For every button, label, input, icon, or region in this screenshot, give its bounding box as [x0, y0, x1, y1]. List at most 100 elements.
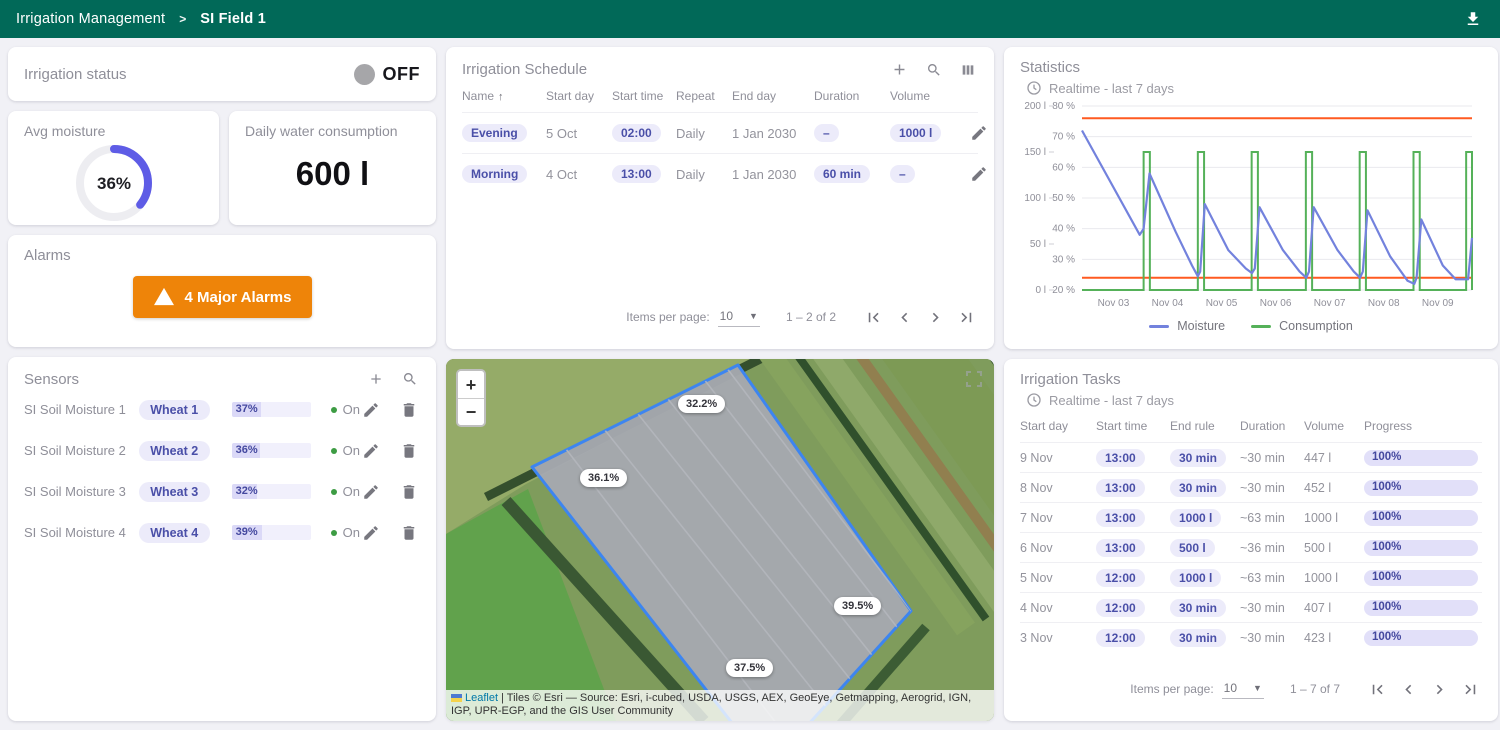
schedule-start-time-chip: 13:00 — [612, 165, 661, 183]
columns-toggle-button[interactable] — [958, 60, 978, 80]
svg-text:0 l: 0 l — [1035, 285, 1046, 296]
task-duration: ~63 min — [1240, 511, 1304, 525]
schedule-end-day: 1 Jan 2030 — [732, 167, 814, 182]
task-duration: ~30 min — [1240, 631, 1304, 645]
schedule-col-end-day[interactable]: End day — [732, 89, 814, 103]
irrigation-tasks-card: Irrigation Tasks Realtime - last 7 days … — [1004, 359, 1498, 721]
next-page-button[interactable] — [924, 306, 947, 329]
field-map[interactable]: + − 32.2%36.1%39.5%37.5% Leaflet | Tiles… — [446, 359, 994, 721]
clock-icon — [1026, 80, 1042, 96]
task-start-day: 9 Nov — [1020, 451, 1096, 465]
task-volume: 1000 l — [1304, 571, 1364, 585]
task-end-rule-chip: 500 l — [1170, 539, 1215, 557]
breadcrumb-current: SI Field 1 — [200, 11, 266, 27]
tasks-col-start-day[interactable]: Start day — [1020, 419, 1096, 433]
sensor-crop-chip: Wheat 3 — [139, 482, 210, 502]
moisture-label-pill: 39.5% — [834, 597, 881, 615]
add-sensor-button[interactable] — [366, 369, 386, 389]
search-schedule-button[interactable] — [924, 60, 944, 80]
last-page-icon — [1461, 680, 1480, 699]
tasks-pagination: Items per page: 10 ▼ 1 – 7 of 7 — [1020, 669, 1482, 709]
prev-page-button[interactable] — [1397, 678, 1420, 701]
irrigation-schedule-card: Irrigation Schedule Name↑ Start day Sta — [446, 47, 994, 349]
major-alarms-button-label: 4 Major Alarms — [185, 289, 292, 306]
svg-text:200 l: 200 l — [1024, 101, 1046, 112]
schedule-col-volume[interactable]: Volume — [890, 89, 968, 103]
chevron-left-icon — [1399, 680, 1418, 699]
tasks-col-start-time[interactable]: Start time — [1096, 419, 1170, 433]
sensor-name: SI Soil Moisture 3 — [24, 484, 139, 499]
pencil-icon — [362, 401, 380, 419]
schedule-col-start-time[interactable]: Start time — [612, 89, 676, 103]
trash-icon — [400, 483, 418, 501]
edit-button[interactable] — [360, 481, 382, 503]
first-page-button[interactable] — [862, 306, 885, 329]
edit-button[interactable] — [968, 163, 990, 185]
schedule-duration-chip: 60 min — [814, 165, 870, 183]
delete-button[interactable] — [398, 522, 420, 544]
sensor-moisture-value: 37% — [236, 403, 258, 415]
items-per-page-select[interactable]: 10 ▼ — [718, 308, 760, 327]
sensor-row: SI Soil Moisture 4Wheat 439%On — [24, 512, 420, 553]
next-page-button[interactable] — [1428, 678, 1451, 701]
map-attribution: Leaflet | Tiles © Esri — Source: Esri, i… — [446, 690, 994, 722]
download-button[interactable] — [1462, 8, 1484, 30]
chevron-down-icon: ▼ — [1253, 683, 1262, 693]
add-schedule-button[interactable] — [889, 59, 910, 80]
tasks-col-progress[interactable]: Progress — [1364, 419, 1482, 433]
leaflet-link[interactable]: Leaflet — [465, 692, 498, 704]
items-per-page-select[interactable]: 10 ▼ — [1222, 680, 1264, 699]
tasks-col-duration[interactable]: Duration — [1240, 419, 1304, 433]
prev-page-button[interactable] — [893, 306, 916, 329]
sensor-status: On — [331, 402, 360, 417]
svg-text:Nov 08: Nov 08 — [1368, 298, 1400, 309]
search-sensors-button[interactable] — [400, 369, 420, 389]
task-row: 3 Nov12:0030 min~30 min423 l100% — [1020, 622, 1482, 652]
schedule-col-start-day[interactable]: Start day — [546, 89, 612, 103]
delete-button[interactable] — [398, 440, 420, 462]
sort-asc-icon: ↑ — [498, 91, 504, 103]
last-page-button[interactable] — [1459, 678, 1482, 701]
edit-button[interactable] — [360, 399, 382, 421]
sensors-title: Sensors — [24, 371, 79, 388]
zoom-out-button[interactable]: − — [458, 398, 484, 425]
legend-item-moisture[interactable]: Moisture — [1149, 319, 1225, 333]
svg-text:70 %: 70 % — [1052, 132, 1075, 143]
fullscreen-button[interactable] — [964, 369, 984, 389]
edit-button[interactable] — [968, 122, 990, 144]
tasks-subtitle: Realtime - last 7 days — [1049, 393, 1174, 408]
edit-button[interactable] — [360, 440, 382, 462]
schedule-col-duration[interactable]: Duration — [814, 89, 890, 103]
task-start-day: 6 Nov — [1020, 541, 1096, 555]
last-page-button[interactable] — [955, 306, 978, 329]
zoom-in-button[interactable]: + — [458, 371, 484, 398]
breadcrumb-root[interactable]: Irrigation Management — [16, 11, 165, 27]
irrigation-status-card: Irrigation status OFF — [8, 47, 436, 101]
schedule-col-repeat[interactable]: Repeat — [676, 89, 732, 103]
daily-consumption-value: 600 l — [245, 155, 420, 193]
svg-text:Nov 07: Nov 07 — [1314, 298, 1346, 309]
legend-item-consumption[interactable]: Consumption — [1251, 319, 1353, 333]
tasks-col-end-rule[interactable]: End rule — [1170, 419, 1240, 433]
edit-button[interactable] — [360, 522, 382, 544]
delete-button[interactable] — [398, 481, 420, 503]
statistics-title: Statistics — [1020, 59, 1482, 76]
schedule-table-body: Evening5 Oct02:00Daily1 Jan 2030–1000 lM… — [462, 112, 978, 194]
task-progress-bar: 100% — [1364, 510, 1478, 526]
delete-button[interactable] — [398, 399, 420, 421]
sensor-moisture-bar: 32% — [232, 484, 311, 499]
tasks-col-volume[interactable]: Volume — [1304, 419, 1364, 433]
task-start-time-chip: 13:00 — [1096, 479, 1145, 497]
major-alarms-button[interactable]: 4 Major Alarms — [133, 276, 312, 318]
task-volume: 452 l — [1304, 481, 1364, 495]
dashboard: Irrigation status OFF Avg moisture 36% D… — [0, 38, 1500, 730]
task-progress-value: 100% — [1372, 571, 1401, 583]
schedule-col-name[interactable]: Name↑ — [462, 89, 546, 103]
schedule-pagination: Items per page: 10 ▼ 1 – 2 of 2 — [462, 297, 978, 337]
schedule-start-day: 4 Oct — [546, 167, 612, 182]
first-page-button[interactable] — [1366, 678, 1389, 701]
task-row: 5 Nov12:001000 l~63 min1000 l100% — [1020, 562, 1482, 592]
sensor-status: On — [331, 443, 360, 458]
task-row: 7 Nov13:001000 l~63 min1000 l100% — [1020, 502, 1482, 532]
status-off-indicator-icon — [354, 64, 375, 85]
